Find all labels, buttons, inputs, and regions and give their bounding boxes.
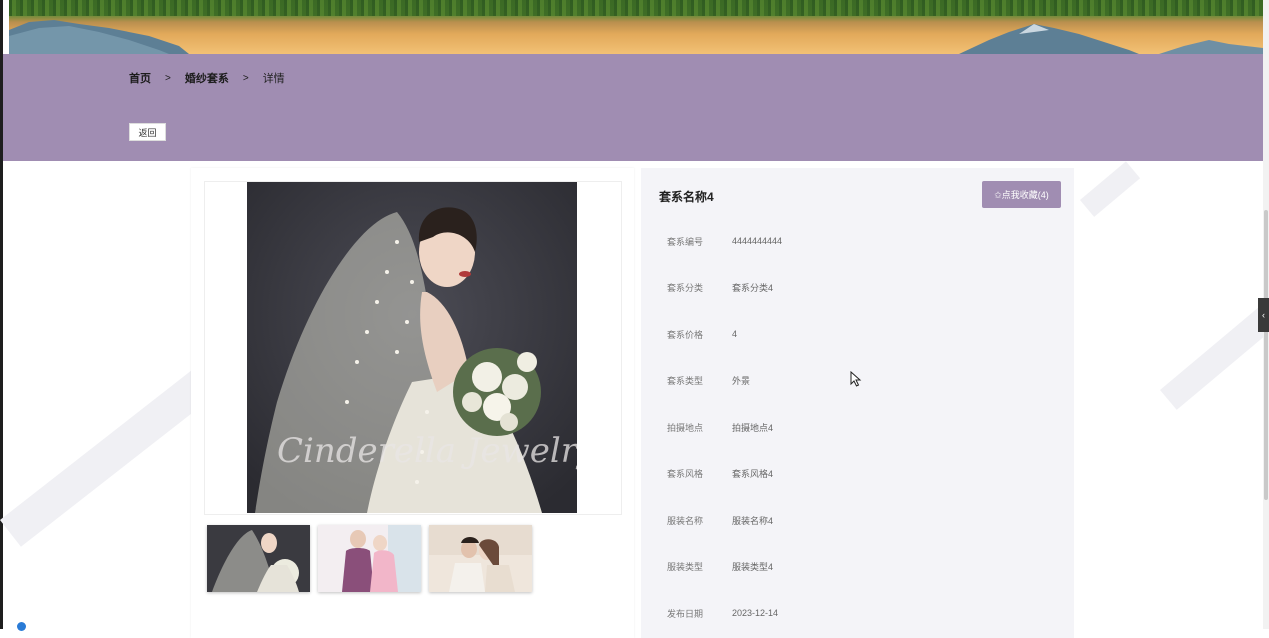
- breadcrumb-separator: >: [165, 72, 171, 84]
- detail-row-publish-date: 发布日期 2023-12-14: [641, 590, 1074, 637]
- field-value: 服装名称4: [732, 515, 774, 526]
- field-value: 2023-12-14: [732, 608, 779, 619]
- main-product-image: Cinderella Jewelry: [247, 182, 577, 513]
- field-label: 服装类型: [666, 562, 703, 573]
- thumbnail-2[interactable]: [318, 525, 421, 592]
- background-decoration: [1160, 293, 1269, 410]
- field-label: 套系价格: [666, 329, 703, 340]
- thumbnail-1[interactable]: [207, 525, 310, 592]
- breadcrumb-home[interactable]: 首页: [129, 70, 151, 86]
- main-image-frame: Cinderella Jewelry: [204, 181, 622, 515]
- detail-row-category: 套系分类 套系分类4: [641, 265, 1074, 312]
- detail-row-code: 套系编号 4444444444: [641, 218, 1074, 265]
- thumbnail-strip: [207, 525, 532, 592]
- favorite-button[interactable]: ✩点我收藏(4): [982, 181, 1061, 208]
- detail-row-style: 套系风格 套系风格4: [641, 451, 1074, 498]
- back-button[interactable]: 返回: [129, 123, 166, 141]
- product-title: 套系名称4: [659, 190, 714, 204]
- detail-field-list: 套系编号 4444444444 套系分类 套系分类4 套系价格 4 套系类型 外…: [641, 218, 1074, 637]
- detail-row-price: 套系价格 4: [641, 311, 1074, 358]
- field-value: 拍摄地点4: [732, 422, 774, 433]
- field-label: 套系类型: [666, 376, 703, 387]
- detail-row-costume-type: 服装类型 服装类型4: [641, 544, 1074, 591]
- product-gallery: Cinderella Jewelry: [191, 168, 634, 638]
- page-header: 首页 > 婚纱套系 > 详情 返回: [3, 54, 1263, 161]
- detail-row-location: 拍摄地点 拍摄地点4: [641, 404, 1074, 451]
- status-dot-icon: [17, 622, 26, 631]
- landscape-banner: [9, 0, 1263, 54]
- watermark-text: Cinderella Jewelry: [277, 431, 577, 471]
- field-value: 套系风格4: [732, 469, 774, 480]
- field-value: 4444444444: [732, 236, 783, 247]
- product-detail-panel: 套系名称4 ✩点我收藏(4) 套系编号 4444444444 套系分类 套系分类…: [641, 168, 1074, 638]
- field-value: 服装类型4: [732, 562, 774, 573]
- field-value: 外景: [732, 376, 751, 387]
- field-label: 套系编号: [666, 236, 703, 247]
- detail-row-costume-name: 服装名称 服装名称4: [641, 497, 1074, 544]
- scrollbar-thumb[interactable]: [1264, 210, 1268, 500]
- field-value: 套系分类4: [732, 283, 774, 294]
- field-value: 4: [732, 329, 738, 340]
- breadcrumb-category[interactable]: 婚纱套系: [185, 70, 229, 86]
- breadcrumb-separator: >: [242, 72, 249, 84]
- background-decoration: [1080, 161, 1141, 217]
- field-label: 套系风格: [666, 469, 703, 480]
- field-label: 发布日期: [666, 608, 703, 619]
- breadcrumb-current: 详情: [262, 73, 285, 85]
- thumbnail-3[interactable]: [429, 525, 532, 592]
- chevron-left-icon[interactable]: ‹: [1258, 298, 1269, 332]
- mouse-cursor-icon: [850, 371, 862, 387]
- breadcrumb: 首页 > 婚纱套系 > 详情: [129, 70, 285, 86]
- field-label: 套系分类: [666, 283, 703, 294]
- field-label: 服装名称: [666, 515, 703, 526]
- field-label: 拍摄地点: [666, 422, 703, 433]
